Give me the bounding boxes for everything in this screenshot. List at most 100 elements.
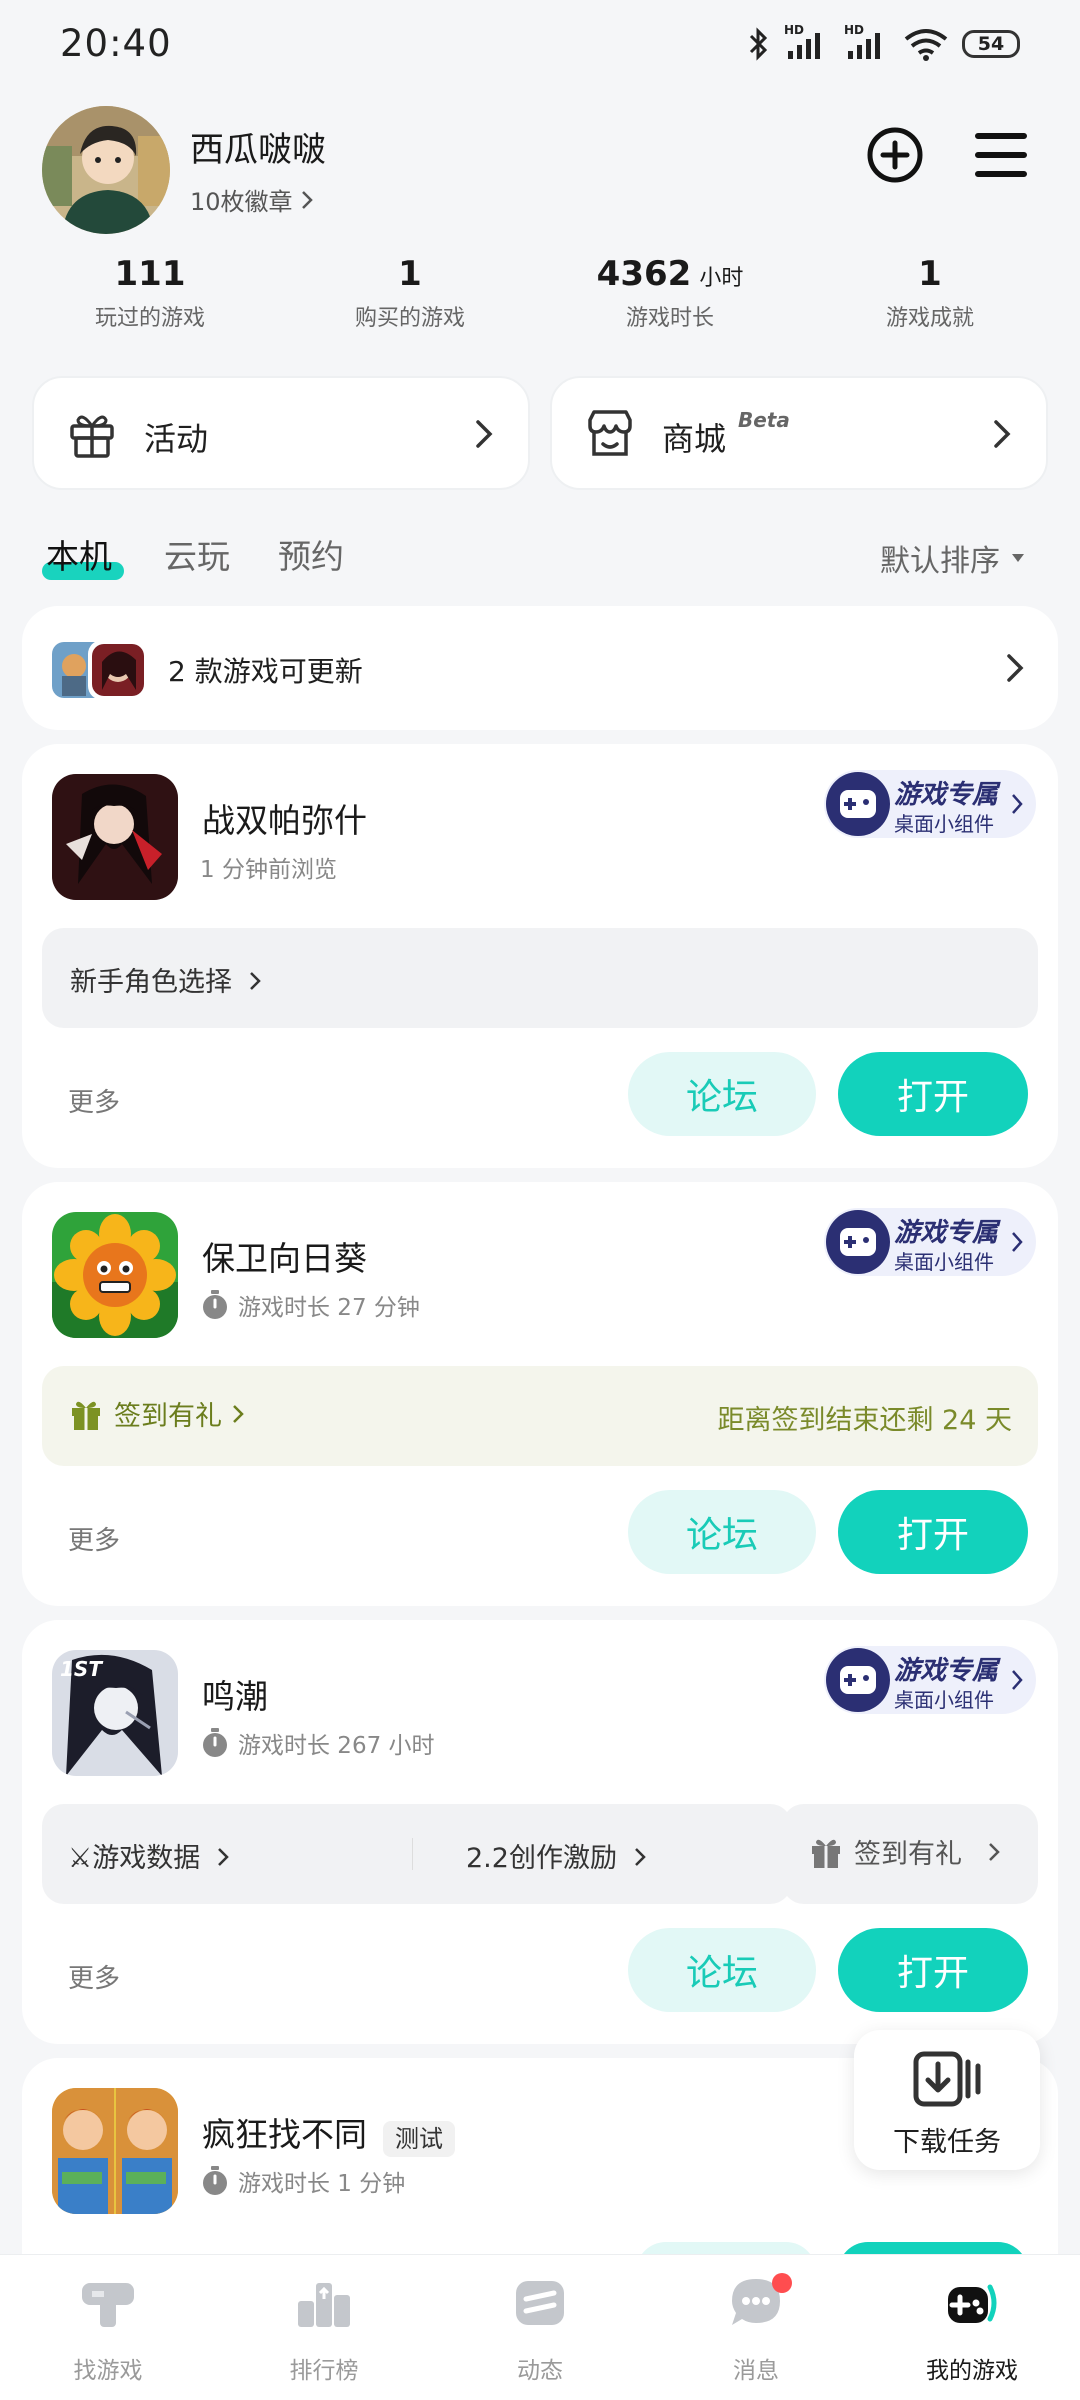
download-tasks-button[interactable]: 下载任务 <box>854 2030 1040 2170</box>
download-label: 下载任务 <box>893 2127 1001 2158</box>
guide-row[interactable]: 新手角色选择 <box>42 928 1038 1028</box>
game-icon[interactable] <box>52 774 178 900</box>
stat-playtime[interactable]: 4362 小时 游戏时长 <box>540 254 800 332</box>
game-title-text[interactable]: 疯狂找不同 <box>202 2115 367 2154</box>
widget-line2: 桌面小组件 <box>894 1688 994 1712</box>
stat-unit: 小时 <box>699 266 744 291</box>
nav-feed[interactable]: 动态 <box>432 2255 648 2400</box>
game-card: 战双帕弥什 1 分钟前浏览 游戏专属 桌面小组件 新手角色选择 更多 论坛 打开 <box>22 744 1058 1168</box>
more-link[interactable]: 更多 <box>68 1958 120 1995</box>
guide-link: 新手角色选择 <box>70 960 261 999</box>
tab-cloud[interactable]: 云玩 <box>164 530 230 578</box>
forum-button[interactable]: 论坛 <box>628 1928 816 2012</box>
guide-label: 新手角色选择 <box>70 967 232 998</box>
feed-icon <box>516 2281 564 2325</box>
widget-line2: 桌面小组件 <box>894 812 994 836</box>
forum-button[interactable]: 论坛 <box>628 1052 816 1136</box>
caret-down-icon <box>1012 554 1024 562</box>
stat-value: 1 <box>398 254 422 294</box>
gamepad-widget-icon <box>826 772 890 836</box>
open-button[interactable]: 打开 <box>838 1928 1028 2012</box>
game-title[interactable]: 保卫向日葵 <box>202 1232 367 1280</box>
creator-incentive-label: 2.2创作激励 <box>466 1843 617 1874</box>
widget-button[interactable]: 游戏专属 桌面小组件 <box>824 1208 1036 1276</box>
row-divider <box>412 1838 413 1870</box>
stat-label: 玩过的游戏 <box>94 306 205 331</box>
stat-played[interactable]: 111 玩过的游戏 <box>20 254 280 332</box>
checkin-row[interactable]: 签到有礼 距离签到结束还剩 24 天 <box>42 1366 1038 1466</box>
widget-line2: 桌面小组件 <box>894 1250 994 1274</box>
game-icon[interactable] <box>52 2088 178 2214</box>
sort-dropdown[interactable]: 默认排序 <box>880 536 1026 580</box>
chevron-right-icon <box>1012 1670 1023 1690</box>
stat-label: 游戏成就 <box>885 306 974 331</box>
game-title[interactable]: 鸣潮 <box>202 1670 268 1718</box>
avatar[interactable] <box>42 106 170 234</box>
game-card: 保卫向日葵 游戏时长 27 分钟 游戏专属 桌面小组件 签到有礼 距离签到结束还… <box>22 1182 1058 1606</box>
game-subtitle-text: 游戏时长 27 分钟 <box>238 1295 420 1321</box>
nav-label: 消息 <box>733 2358 779 2384</box>
badges-link[interactable]: 10枚徽章 <box>190 182 313 217</box>
signal-icon: HD <box>784 23 830 61</box>
chevron-right-icon <box>301 190 313 209</box>
stats-row: 111 玩过的游戏 1 购买的游戏 4362 小时 游戏时长 1 游戏成就 <box>0 254 1080 344</box>
notification-dot <box>772 2273 792 2293</box>
open-button[interactable]: 打开 <box>838 1490 1028 1574</box>
nav-messages[interactable]: 消息 <box>648 2255 864 2400</box>
checkin-button[interactable]: 签到有礼 <box>782 1804 1038 1904</box>
svg-text:1ST: 1ST <box>60 1657 103 1681</box>
badges-label: 10枚徽章 <box>190 188 293 216</box>
update-banner[interactable]: 2 款游戏可更新 <box>22 606 1058 730</box>
more-link[interactable]: 更多 <box>68 1520 120 1557</box>
stat-achievements[interactable]: 1 游戏成就 <box>800 254 1060 332</box>
stat-purchased[interactable]: 1 购买的游戏 <box>280 254 540 332</box>
update-text: 2 款游戏可更新 <box>168 655 363 688</box>
checkin-link: 签到有礼 <box>68 1394 244 1433</box>
activity-card[interactable]: 活动 <box>32 376 530 490</box>
stopwatch-icon <box>203 2166 227 2195</box>
beta-tag: Beta <box>738 408 790 432</box>
add-circle-icon[interactable] <box>866 126 924 184</box>
tab-reserve[interactable]: 预约 <box>278 530 344 578</box>
checkin-link: 签到有礼 <box>808 1832 1000 1871</box>
open-button[interactable]: 打开 <box>838 1052 1028 1136</box>
game-title[interactable]: 战双帕弥什 <box>202 794 367 842</box>
stat-label: 购买的游戏 <box>354 306 465 331</box>
nav-my-games[interactable]: 我的游戏 <box>864 2255 1080 2400</box>
nav-rankings[interactable]: 排行榜 <box>216 2255 432 2400</box>
menu-icon[interactable] <box>972 128 1030 182</box>
chevron-right-icon <box>989 1842 1000 1861</box>
game-subtitle: 1 分钟前浏览 <box>200 850 337 884</box>
game-subtitle-text: 1 分钟前浏览 <box>200 857 337 883</box>
test-tag: 测试 <box>383 2121 455 2157</box>
widget-button[interactable]: 游戏专属 桌面小组件 <box>824 770 1036 838</box>
game-title: 疯狂找不同 测试 <box>202 2108 455 2157</box>
nav-find-games[interactable]: 找游戏 <box>0 2255 216 2400</box>
stat-value: 4362 <box>596 254 692 294</box>
game-icon[interactable] <box>52 1212 178 1338</box>
username[interactable]: 西瓜啵啵 <box>190 122 326 171</box>
store-icon <box>588 410 632 456</box>
widget-line1: 游戏专属 <box>894 780 999 810</box>
game-data-link[interactable]: ⚔游戏数据 <box>68 1836 229 1875</box>
widget-button[interactable]: 游戏专属 桌面小组件 <box>824 1646 1036 1714</box>
update-game-icons <box>52 640 148 700</box>
checkin-label: 签到有礼 <box>854 1839 962 1870</box>
creator-incentive-link[interactable]: 2.2创作激励 <box>466 1836 646 1875</box>
more-link[interactable]: 更多 <box>68 1082 120 1119</box>
game-data-label: ⚔游戏数据 <box>68 1843 201 1874</box>
nav-label: 排行榜 <box>289 2358 359 2384</box>
chevron-right-icon <box>233 1404 244 1423</box>
tab-local[interactable]: 本机 <box>46 530 112 578</box>
mall-card[interactable]: 商城 Beta <box>550 376 1048 490</box>
status-time: 20:40 <box>60 22 172 65</box>
forum-button[interactable]: 论坛 <box>628 1490 816 1574</box>
status-icons: HD HD 54 <box>748 23 1020 62</box>
download-icon <box>913 2051 981 2107</box>
stat-value: 1 <box>918 254 942 294</box>
chevron-right-icon <box>1007 654 1024 682</box>
game-icon[interactable]: 1ST <box>52 1650 178 1776</box>
game-subtitle-text: 游戏时长 1 分钟 <box>238 2171 406 2197</box>
widget-line1: 游戏专属 <box>894 1656 999 1686</box>
tab-bar: 本机 云玩 预约 默认排序 <box>0 530 1080 590</box>
